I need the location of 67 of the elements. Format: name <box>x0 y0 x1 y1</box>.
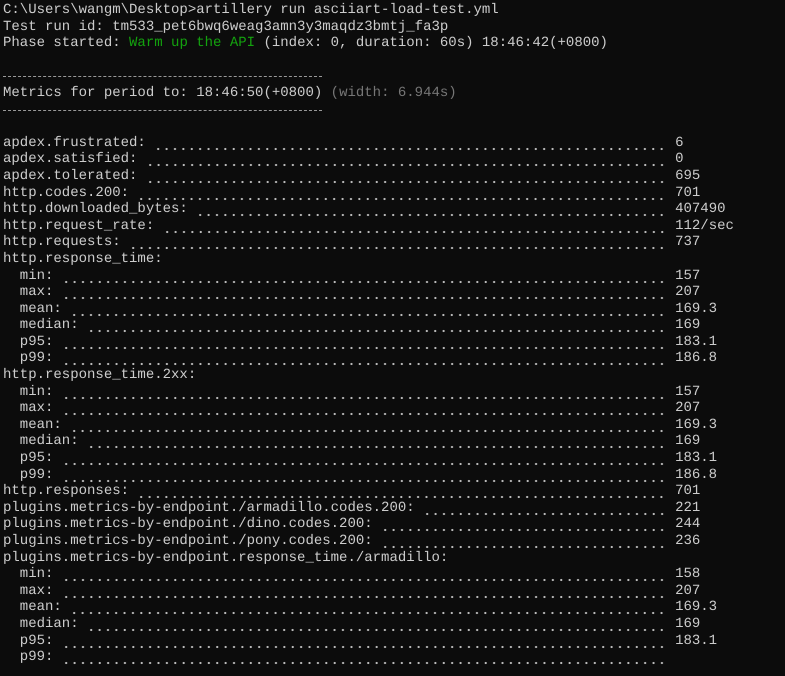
phase-name: Warm up the API <box>129 35 256 52</box>
metric-value: 169.3 <box>675 599 718 616</box>
metric-value: 112/sec <box>675 218 734 234</box>
metric-value: 244 <box>675 516 700 533</box>
metric-label: apdex.satisfied: <box>3 151 138 168</box>
metric-label: p95: <box>20 632 54 650</box>
metric-value: 221 <box>675 500 700 516</box>
metric-label: p99: <box>20 350 54 368</box>
metric-value: 183.1 <box>675 632 718 650</box>
metric-value: 183.1 <box>675 334 718 350</box>
metric-label: http.requests: <box>3 234 121 251</box>
metric-group-label: http.response_time.2xx: <box>3 367 196 384</box>
metric-value: 207 <box>675 284 700 301</box>
metric-label: p95: <box>20 450 54 467</box>
metric-value: 207 <box>675 582 700 600</box>
metric-value: 407490 <box>675 201 726 218</box>
metric-label: http.downloaded_bytes: <box>3 201 188 218</box>
metric-label: median: <box>20 616 79 633</box>
metric-value: 169.3 <box>675 300 718 318</box>
metric-value: 701 <box>675 184 700 202</box>
metric-label: median: <box>20 317 79 334</box>
metric-value: 6 <box>675 134 684 152</box>
metric-value: 169.3 <box>675 416 718 434</box>
metric-group-label: http.response_time: <box>3 250 163 268</box>
metric-label: plugins.metrics-by-endpoint./dino.codes.200: <box>3 516 373 533</box>
metric-value: 169 <box>675 616 700 633</box>
metric-label: http.codes.200: <box>3 184 130 202</box>
metric-value: 157 <box>675 268 700 284</box>
metric-label: p99: <box>20 466 54 484</box>
metric-value: 695 <box>675 168 700 185</box>
metric-value: 207 <box>675 400 700 417</box>
metric-label: apdex.tolerated: <box>3 168 138 185</box>
metric-label: plugins.metrics-by-endpoint./armadillo.codes.200: <box>3 500 415 516</box>
metric-value: 158 <box>675 566 700 583</box>
metric-value: 169 <box>675 317 700 334</box>
metric-value: 186.8 <box>675 466 718 484</box>
metric-value: 701 <box>675 483 700 500</box>
metric-value: 183.1 <box>675 450 718 467</box>
metric-label: mean: <box>20 300 62 318</box>
metric-value: 737 <box>675 234 700 251</box>
phase-details: (index: 0, duration: 60s) 18:46:42(+0800) <box>263 35 608 52</box>
metric-label: mean: <box>20 416 62 434</box>
metric-label: max: <box>20 582 54 600</box>
metric-label: http.request_rate: <box>3 218 154 234</box>
metric-label: max: <box>20 400 54 417</box>
metric-label: min: <box>20 384 54 400</box>
period-label: Metrics for period to: 18:46:50(+0800) <box>3 84 322 101</box>
test-run-id: Test run id: tm533_pet6bwq6weag3amn3y3maqdz3bmtj_fa3p <box>3 18 448 35</box>
metric-group-label: plugins.metrics-by-endpoint.response_time./armadillo: <box>3 550 448 566</box>
metric-value: 186.8 <box>675 350 718 368</box>
metric-label: mean: <box>20 599 62 616</box>
metric-label: p95: <box>20 334 54 350</box>
metric-label: max: <box>20 284 54 301</box>
phase-label: Phase started: <box>3 35 121 52</box>
metric-label: http.responses: <box>3 483 130 500</box>
metric-label: apdex.frustrated: <box>3 134 146 152</box>
metric-value: 236 <box>675 533 700 550</box>
metric-value: 0 <box>675 151 684 168</box>
metric-label: min: <box>20 268 54 284</box>
command-line: C:\Users\wangm\Desktop>artillery run asciiart-load-test.yml <box>3 2 499 18</box>
metric-label: plugins.metrics-by-endpoint./pony.codes.200: <box>3 533 373 550</box>
metric-label: min: <box>20 566 54 583</box>
metric-value: 169 <box>675 433 700 450</box>
metric-label: p99: <box>20 649 54 666</box>
metric-value: 157 <box>675 384 700 400</box>
metric-label: median: <box>20 433 79 450</box>
period-width: (width: 6.944s) <box>330 84 457 101</box>
